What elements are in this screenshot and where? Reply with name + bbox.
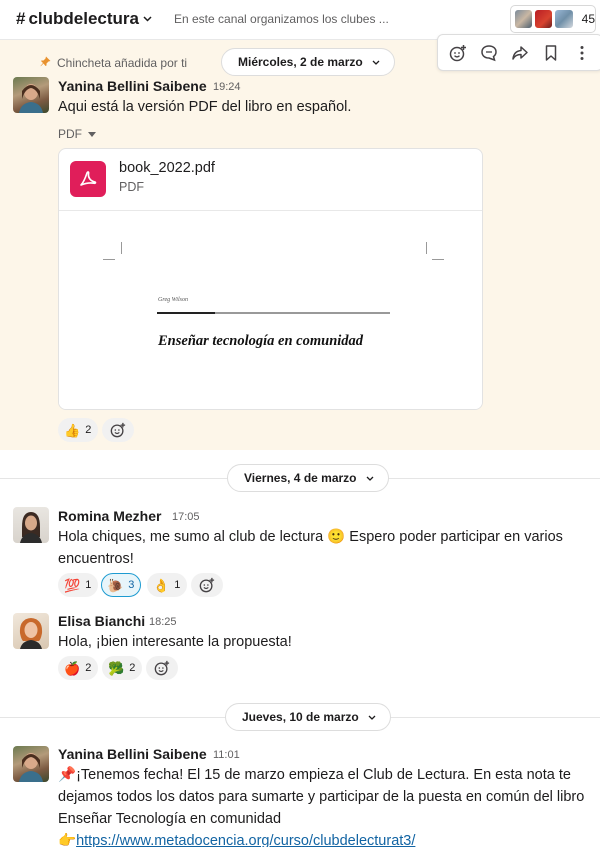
reaction-count: 1	[85, 579, 92, 591]
channel-name: clubdelectura	[28, 9, 140, 28]
add-reaction-icon[interactable]	[446, 41, 470, 65]
member-avatar	[554, 9, 574, 29]
bookmark-icon[interactable]	[539, 41, 563, 65]
message-text: Hola, ¡bien interesante la propuesta!	[58, 634, 292, 650]
reaction-count: 2	[85, 424, 92, 436]
pdf-icon	[70, 161, 106, 197]
reaction-thumbs-up[interactable]: 👍 2	[58, 418, 99, 442]
reaction-count: 2	[129, 662, 136, 674]
reaction-emoji: 👍	[64, 422, 81, 438]
date-divider-button[interactable]: Miércoles, 2 de marzo	[221, 48, 395, 76]
preview-rule	[157, 312, 390, 314]
avatar[interactable]	[13, 746, 49, 782]
message-text-part: ¡Tenemos fecha! El 15 de marzo empieza e…	[58, 767, 585, 827]
reaction-emoji: 👌	[153, 577, 170, 593]
pinned-note: Chincheta añadida por ti	[40, 56, 187, 70]
add-reaction-button[interactable]	[146, 656, 178, 680]
share-icon[interactable]	[508, 41, 532, 65]
message-author[interactable]: Yanina Bellini Saibene	[58, 746, 207, 762]
pdf-preview[interactable]: Greg Wilson Enseñar tecnología en comuni…	[59, 211, 482, 409]
file-name[interactable]: book_2022.pdf	[119, 160, 215, 176]
reaction-count: 1	[174, 579, 181, 591]
reaction-broccoli[interactable]: 🥦 2	[102, 656, 143, 680]
reaction-emoji: 🥦	[108, 660, 125, 676]
pushpin-emoji: 📌	[58, 767, 77, 783]
reaction-count: 2	[85, 662, 92, 674]
reaction-emoji: 🍎	[64, 660, 81, 676]
preview-author: Greg Wilson	[158, 297, 188, 303]
file-type: PDF	[119, 180, 144, 194]
point-right-emoji: 👉	[58, 833, 77, 847]
date-divider-button[interactable]: Jueves, 10 de marzo	[225, 703, 391, 731]
crop-mark	[103, 259, 115, 260]
channel-topic[interactable]: En este canal organizamos los clubes ...	[174, 12, 389, 26]
message-time[interactable]: 11:01	[213, 749, 240, 761]
chevron-down-icon	[372, 57, 380, 67]
message-time[interactable]: 17:05	[172, 511, 200, 523]
reaction-count: 3	[128, 579, 135, 591]
member-avatar	[534, 9, 554, 29]
avatar[interactable]	[13, 613, 49, 649]
reaction-emoji: 💯	[64, 577, 81, 593]
reaction-100[interactable]: 💯 1	[58, 573, 99, 597]
message-link[interactable]: https://www.metadocencia.org/curso/clubd…	[76, 833, 415, 847]
date-divider-button[interactable]: Viernes, 4 de marzo	[227, 464, 389, 492]
add-reaction-button[interactable]	[191, 573, 223, 597]
channel-name-button[interactable]: # clubdelectura	[16, 9, 152, 29]
message-actions-toolbar	[437, 34, 600, 71]
member-avatar	[514, 9, 534, 29]
message-author[interactable]: Elisa Bianchi	[58, 613, 145, 629]
chevron-down-icon	[366, 473, 374, 483]
reaction-ok-hand[interactable]: 👌 1	[147, 573, 188, 597]
message-time[interactable]: 18:25	[149, 616, 177, 628]
chevron-down-icon	[143, 13, 152, 25]
chevron-down-icon	[368, 712, 376, 722]
reply-thread-icon[interactable]	[477, 41, 501, 65]
pinned-note-text: Chincheta añadida por ti	[57, 56, 188, 70]
date-divider-label: Miércoles, 2 de marzo	[238, 55, 363, 69]
caret-down-icon	[88, 130, 96, 139]
reaction-emoji: 🐌	[107, 577, 124, 593]
message-text: 📌¡Tenemos fecha! El 15 de marzo empieza …	[58, 764, 593, 847]
reaction-snail[interactable]: 🐌 3	[101, 573, 142, 597]
message-author[interactable]: Romina Mezher	[58, 508, 161, 524]
message-text: Hola chiques, me sumo al club de lectura…	[58, 526, 588, 570]
add-reaction-icon	[199, 577, 215, 593]
attachment-label: PDF	[58, 127, 82, 141]
crop-mark	[121, 242, 122, 254]
crop-mark	[432, 259, 444, 260]
attachment-toggle[interactable]: PDF	[58, 127, 96, 141]
date-divider-label: Jueves, 10 de marzo	[242, 710, 359, 724]
crop-mark	[426, 242, 427, 254]
members-button[interactable]: 45	[510, 5, 596, 33]
pin-icon	[40, 56, 51, 70]
file-header: book_2022.pdf PDF	[59, 149, 482, 211]
date-divider-label: Viernes, 4 de marzo	[244, 471, 357, 485]
member-count: 45	[581, 12, 596, 26]
message-time[interactable]: 19:24	[213, 81, 241, 93]
add-reaction-button[interactable]	[102, 418, 134, 442]
add-reaction-icon	[110, 422, 126, 438]
reaction-apple[interactable]: 🍎 2	[58, 656, 99, 680]
channel-hash: #	[16, 9, 26, 28]
file-attachment-card[interactable]: book_2022.pdf PDF Greg Wilson Enseñar te…	[58, 148, 483, 410]
avatar[interactable]	[13, 507, 49, 543]
more-icon[interactable]	[570, 41, 594, 65]
message-text: Aqui está la versión PDF del libro en es…	[58, 99, 352, 115]
avatar[interactable]	[13, 77, 49, 113]
smile-emoji: 🙂	[327, 529, 346, 545]
preview-title: Enseñar tecnología en comunidad	[158, 333, 364, 349]
message-author[interactable]: Yanina Bellini Saibene	[58, 78, 207, 94]
add-reaction-icon	[154, 660, 170, 676]
message-text-part: Hola chiques, me sumo al club de lectura	[58, 529, 328, 545]
